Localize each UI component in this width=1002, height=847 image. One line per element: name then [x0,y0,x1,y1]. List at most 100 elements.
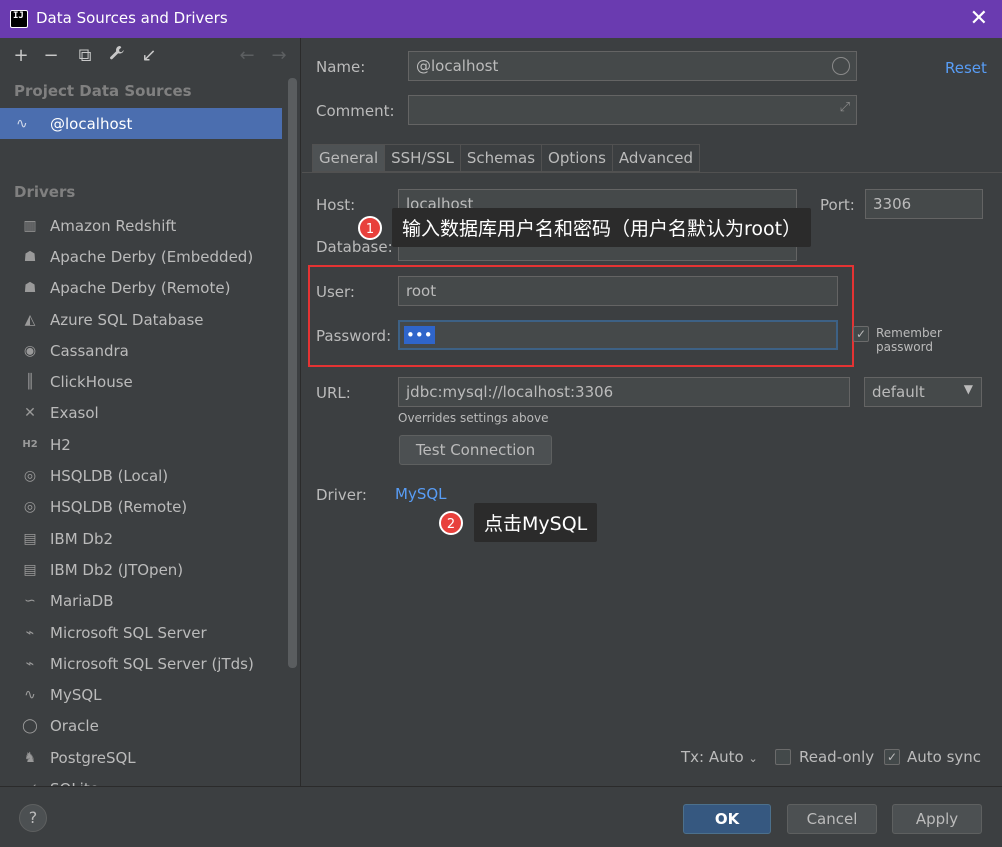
hsqldb-icon: ◎ [23,468,37,485]
url-hint: Overrides settings above [398,411,549,425]
cassandra-eye-icon: ◉ [23,342,37,359]
tab-options[interactable]: Options [541,144,612,172]
password-label: Password: [316,327,392,345]
intellij-app-icon: IJ [8,8,28,28]
driver-item[interactable]: ║ ClickHouse [0,366,286,397]
driver-label: IBM Db2 (JTOpen) [50,560,184,579]
password-field[interactable]: ••• [398,320,838,350]
apply-button[interactable]: Apply [892,804,982,834]
driver-item[interactable]: ♞ PostgreSQL [0,742,286,773]
reset-link[interactable]: Reset [945,59,987,77]
tab-ssh-ssl[interactable]: SSH/SSL [384,144,460,172]
url-field[interactable]: jdbc:mysql://localhost:3306 [398,377,850,407]
driver-item[interactable]: ∽ MariaDB [0,586,286,617]
ibm-db2-icon: ▤ [23,530,37,547]
driver-mysql-link[interactable]: MySQL [395,485,447,503]
h2-icon: H2 [22,439,38,451]
url-mode-select[interactable]: default ▼ [864,377,982,407]
driver-item[interactable]: ◭ Azure SQL Database [0,304,286,335]
drivers-header: Drivers [14,183,76,201]
read-only-label: Read-only [799,748,875,766]
driver-item[interactable]: ◢SQLite [0,773,286,786]
password-value: ••• [404,326,435,344]
url-mode-value: default [872,383,925,401]
driver-item[interactable]: ▥ Amazon Redshift [0,210,286,241]
tab-bar: General SSH/SSL Schemas Options Advanced [312,144,701,172]
tx-auto-dropdown[interactable]: Tx: Auto ⌄ [681,748,758,766]
driver-item[interactable]: ☗ Apache Derby (Remote) [0,273,286,304]
wrench-icon-svg [110,46,124,60]
duplicate-icon[interactable]: ⧉ [74,45,96,67]
driver-item[interactable]: ◉ Cassandra [0,335,286,366]
driver-label: Microsoft SQL Server (jTds) [50,654,254,673]
data-source-item-localhost[interactable]: ∿ @localhost [0,108,282,139]
port-label: Port: [820,196,855,214]
driver-label: Driver: [316,486,367,504]
window-title: Data Sources and Drivers [36,9,228,27]
clickhouse-icon: ║ [25,374,35,391]
driver-item[interactable]: H2 H2 [0,429,286,460]
exasol-x-icon: ✕ [24,405,36,422]
read-only-checkbox[interactable] [775,749,791,765]
tab-schemas[interactable]: Schemas [459,144,542,172]
sqlserver-icon: ⌁ [25,655,35,672]
scrollbar[interactable] [288,78,297,668]
name-value: @localhost [416,57,499,75]
name-field[interactable]: @localhost [408,51,857,81]
annotation-callout-2: 点击MySQL [474,503,598,542]
driver-label: ClickHouse [50,373,133,392]
help-icon[interactable]: ? [19,804,47,832]
driver-label: IBM Db2 [50,529,114,548]
host-label: Host: [316,196,356,214]
driver-item[interactable]: ◎ HSQLDB (Local) [0,460,286,491]
driver-item[interactable]: ◯ Oracle [0,711,286,742]
port-field[interactable]: 3306 [865,189,983,219]
mysql-dolphin-icon: ∿ [16,115,28,132]
test-connection-button[interactable]: Test Connection [399,435,552,465]
tab-divider [302,172,1002,173]
auto-sync-checkbox[interactable]: ✓ [884,749,900,765]
url-value: jdbc:mysql://localhost:3306 [406,383,614,401]
add-icon[interactable]: + [10,45,32,67]
driver-item[interactable]: ✕ Exasol [0,398,286,429]
remove-icon[interactable]: − [40,45,62,67]
driver-item[interactable]: ⌁ Microsoft SQL Server [0,617,286,648]
user-value: root [406,282,437,300]
driver-item[interactable]: ∿ MySQL [0,679,286,710]
user-field[interactable]: root [398,276,838,306]
import-icon[interactable]: ↙ [138,45,160,67]
sqlserver-icon: ⌁ [25,624,35,641]
cancel-button[interactable]: Cancel [787,804,877,834]
port-value: 3306 [873,195,912,213]
user-label: User: [316,283,355,301]
driver-item[interactable]: ⌁ Microsoft SQL Server (jTds) [0,648,286,679]
url-label: URL: [316,384,351,402]
tab-general[interactable]: General [312,144,385,172]
driver-item[interactable]: ☗ Apache Derby (Embedded) [0,241,286,272]
driver-label: HSQLDB (Remote) [50,498,188,517]
driver-label: H2 [50,435,71,454]
expand-icon[interactable]: ⤢ [840,100,850,115]
right-panel: Name: @localhost Reset Comment: ⤢ Genera… [302,38,1002,786]
tab-advanced[interactable]: Advanced [611,144,701,172]
annotation-callout-1: 输入数据库用户名和密码（用户名默认为root） [392,208,812,247]
color-circle-icon[interactable] [832,57,850,75]
remember-password-checkbox[interactable]: ✓ [853,326,869,342]
close-icon[interactable]: ✕ [970,6,988,31]
driver-label: Oracle [50,717,99,736]
driver-label: MySQL [50,686,102,705]
driver-label: Exasol [50,404,99,423]
ok-button[interactable]: OK [683,804,771,834]
driver-item[interactable]: ◎ HSQLDB (Remote) [0,492,286,523]
comment-field[interactable]: ⤢ [408,95,857,125]
hsqldb-icon: ◎ [23,499,37,516]
chevron-down-icon: ▼ [963,382,973,396]
wrench-icon[interactable] [106,45,128,67]
postgres-elephant-icon: ♞ [23,749,37,766]
forward-arrow-icon[interactable]: → [268,45,290,67]
oracle-ring-icon: ◯ [22,718,38,735]
back-arrow-icon[interactable]: ← [236,45,258,67]
driver-item[interactable]: ▤ IBM Db2 [0,523,286,554]
driver-label: Azure SQL Database [50,310,204,329]
driver-item[interactable]: ▤ IBM Db2 (JTOpen) [0,554,286,585]
